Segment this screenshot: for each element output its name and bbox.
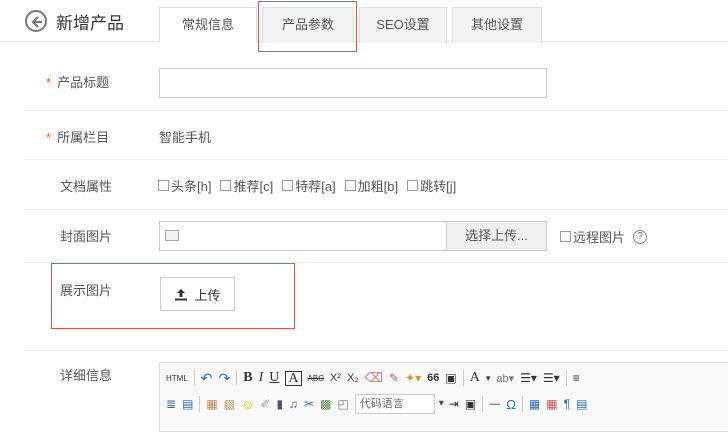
horizontal-rule-button[interactable]: — (489, 398, 500, 410)
image-icon (165, 230, 179, 241)
insert-paragraph-icon[interactable]: ¶ (564, 397, 570, 411)
delete-table-icon[interactable]: ▦ (546, 397, 557, 411)
scrawl-icon[interactable]: ✐ (260, 397, 270, 411)
upload-button-label: 上传 (194, 287, 221, 303)
insert-image-icon[interactable]: ▦ (206, 397, 217, 411)
display-image-label: 展示图片 (60, 283, 113, 298)
category-label: * 所属栏目 (46, 130, 110, 145)
product-title-input[interactable] (159, 68, 547, 98)
choose-upload-button[interactable]: 选择上传... (446, 222, 546, 250)
superscript-button[interactable]: X² (330, 372, 341, 384)
cover-image-field[interactable]: 选择上传... (159, 221, 547, 251)
attr-recommend-checkbox[interactable]: 推荐[c] (220, 176, 273, 195)
doc-attr-label: 文档属性 (60, 179, 113, 194)
multi-image-icon[interactable]: ▧ (224, 397, 235, 411)
category-value: 智能手机 (159, 130, 212, 145)
row-product-title: * 产品标题 (24, 55, 728, 111)
strikethrough-button[interactable]: ABC (308, 374, 324, 383)
blockquote-button[interactable]: 66 (427, 372, 439, 384)
attr-jump-checkbox[interactable]: 跳转[j] (407, 176, 456, 195)
insert-table-icon[interactable]: ▦ (529, 397, 540, 411)
remote-image-checkbox[interactable]: 远程图片 ? (560, 227, 648, 246)
insert-row-icon[interactable]: ▤ (576, 397, 587, 411)
tab-seo[interactable]: SEO设置 (359, 7, 447, 43)
insert-video-icon[interactable]: ▮ (276, 397, 283, 411)
page-title: 新增产品 (56, 14, 124, 33)
attr-special-checkbox[interactable]: 特荐[a] (282, 176, 336, 195)
row-display-image: 展示图片 (24, 263, 728, 351)
editor-toolbar-row-1: HTML ↶ ↷ B I U A ABC X² X₂ ⌫ ✎ ✦▾ 66 ▣ A… (166, 369, 580, 387)
font-border-button[interactable]: A (285, 370, 302, 386)
row-category: * 所属栏目 智能手机 (24, 111, 728, 160)
auto-format-icon[interactable]: ✦▾ (405, 371, 421, 385)
row-cover-image: 封面图片 选择上传... 远程图片 ? (24, 210, 728, 263)
attr-headline-checkbox[interactable]: 头条[h] (158, 176, 211, 195)
insert-music-icon[interactable]: ♫ (289, 397, 298, 411)
upload-icon (175, 288, 188, 300)
cover-image-label: 封面图片 (60, 229, 113, 244)
product-title-label: * 产品标题 (46, 75, 110, 90)
undo-icon[interactable]: ↶ (201, 370, 213, 387)
attr-bold-checkbox[interactable]: 加粗[b] (344, 176, 398, 195)
eraser-icon[interactable]: ⌫ (365, 370, 383, 386)
map-icon[interactable]: ▩ (320, 397, 331, 411)
tab-product-params[interactable]: 产品参数 (262, 7, 354, 43)
row-doc-attributes: 文档属性 头条[h] 推荐[c] 特荐[a] 加粗[b] 跳转[j] (24, 160, 728, 210)
code-language-select[interactable]: 代码语言 (354, 394, 444, 414)
required-mark: * (46, 130, 52, 145)
attachment-icon[interactable]: ✂ (304, 397, 314, 411)
underline-button[interactable]: U (269, 370, 279, 386)
font-color-button[interactable]: A (470, 370, 480, 386)
tab-general[interactable]: 常规信息 (159, 7, 257, 43)
highlight-color-icon[interactable]: ab▾ (496, 372, 514, 385)
help-icon[interactable]: ? (633, 229, 648, 244)
subscript-button[interactable]: X₂ (347, 372, 359, 384)
detail-info-label: 详细信息 (60, 368, 113, 383)
align-left-icon[interactable]: ≣ (166, 397, 176, 411)
unordered-list-icon[interactable]: ☰▾ (543, 371, 560, 385)
template-icon[interactable]: ▣ (465, 397, 476, 411)
paste-text-icon[interactable]: ▣ (445, 371, 456, 385)
format-brush-icon[interactable]: ✎ (389, 371, 399, 385)
insert-frame-icon[interactable]: ◰ (337, 397, 348, 411)
rich-text-editor: HTML ↶ ↷ B I U A ABC X² X₂ ⌫ ✎ ✦▾ 66 ▣ A… (159, 362, 728, 432)
redo-icon[interactable]: ↷ (219, 370, 231, 387)
line-height-icon[interactable]: ≡ (573, 371, 580, 385)
doc-attr-group: 头条[h] 推荐[c] 特荐[a] 加粗[b] 跳转[j] (158, 176, 456, 195)
page-header: 新增产品 常规信息 产品参数 SEO设置 其他设置 (0, 0, 728, 52)
editor-toolbar-row-2: ≣ ▤ ▦ ▧ ☺ ✐ ▮ ♫ ✂ ▩ ◰ 代码语言 ⇥ ▣ — Ω ▦ ▦ ¶… (166, 393, 587, 415)
ordered-list-icon[interactable]: ☰▾ (520, 371, 537, 385)
page-break-icon[interactable]: ⇥ (449, 397, 459, 411)
emoji-icon[interactable]: ☺ (241, 397, 254, 412)
back-arrow-icon[interactable] (25, 10, 47, 32)
tab-other[interactable]: 其他设置 (452, 7, 542, 43)
italic-button[interactable]: I (259, 370, 264, 386)
html-source-button[interactable]: HTML (166, 374, 188, 383)
align-center-icon[interactable]: ▤ (182, 397, 193, 411)
special-chars-button[interactable]: Ω (506, 397, 516, 412)
upload-button[interactable]: 上传 (160, 277, 235, 311)
required-mark: * (46, 75, 52, 90)
bold-button[interactable]: B (243, 370, 252, 386)
